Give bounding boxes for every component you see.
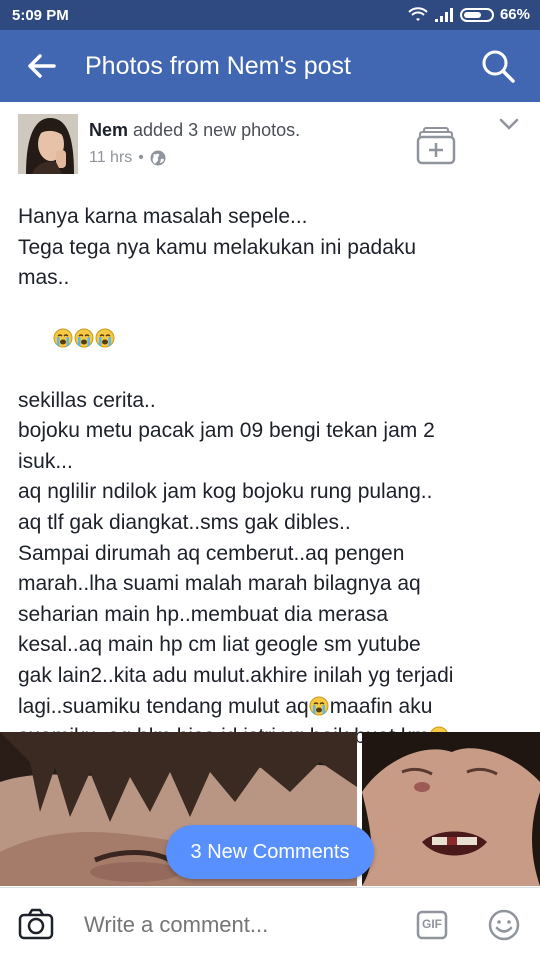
post-text-line: isuk... bbox=[18, 449, 73, 473]
post-timestamp[interactable]: 11 hrs bbox=[89, 149, 132, 167]
post-text-line: aq tlf gak diangkat..sms gak dibles.. bbox=[18, 510, 351, 534]
crying-face-icon bbox=[53, 328, 73, 348]
arrow-left-icon[interactable] bbox=[26, 52, 56, 80]
chevron-down-icon[interactable] bbox=[498, 116, 520, 132]
post-text: Hanya karna masalah sepele... Tega tega … bbox=[18, 202, 528, 783]
smiley-icon[interactable] bbox=[488, 909, 520, 941]
post-text-line: marah..lha suami malah marah bilagnya aq bbox=[18, 572, 421, 596]
gif-button[interactable]: GIF bbox=[416, 910, 448, 940]
post-text-line: Tega tega nya kamu melakukan ini padaku bbox=[18, 235, 417, 259]
post-action: added 3 new photos. bbox=[133, 120, 301, 140]
status-time: 5:09 PM bbox=[12, 7, 69, 24]
add-to-collection-icon[interactable] bbox=[416, 126, 456, 166]
meta-separator: • bbox=[138, 149, 144, 166]
globe-icon bbox=[150, 150, 166, 166]
author-name[interactable]: Nem bbox=[89, 120, 128, 140]
post-text-line: sekillas cerita.. bbox=[18, 388, 156, 412]
new-comments-button[interactable]: 3 New Comments bbox=[166, 825, 374, 879]
crying-face-icon bbox=[95, 328, 115, 348]
battery-percent: 66% bbox=[499, 6, 530, 23]
comment-composer: GIF bbox=[0, 887, 540, 961]
signal-icon bbox=[434, 7, 453, 22]
post-text-line: bojoku metu pacak jam 09 bengi tekan jam… bbox=[18, 419, 435, 443]
post-text-line: Hanya karna masalah sepele... bbox=[18, 205, 308, 228]
post-text-line: gak lain2..kita adu mulut.akhire inilah … bbox=[18, 663, 454, 687]
crying-face-icon bbox=[309, 696, 329, 715]
post-text-line: kesal..aq main hp cm liat geogle sm yutu… bbox=[18, 633, 421, 657]
post-text-line-with-emoji: lagi..suamiku tendang mulut aq maafin aku bbox=[18, 692, 528, 723]
post-meta: 11 hrs • bbox=[89, 149, 166, 167]
post-text-segment: maafin aku bbox=[329, 694, 433, 718]
battery-icon bbox=[459, 7, 494, 22]
wifi-icon bbox=[408, 6, 428, 21]
battery-fill bbox=[463, 11, 482, 18]
post-card: Nem added 3 new photos. 11 hrs • Hanya k… bbox=[0, 102, 540, 886]
emoji-line bbox=[18, 294, 528, 386]
gif-label: GIF bbox=[422, 917, 442, 931]
status-bar: 5:09 PM 66% bbox=[0, 0, 540, 30]
avatar[interactable] bbox=[18, 114, 78, 174]
crying-face-icon bbox=[74, 328, 94, 348]
post-text-line: Sampai dirumah aq cemberut..aq pengen bbox=[18, 541, 405, 565]
post-header: Nem added 3 new photos. bbox=[89, 120, 300, 141]
camera-icon[interactable] bbox=[18, 908, 54, 940]
post-text-line: mas.. bbox=[18, 266, 70, 290]
photo-2[interactable] bbox=[362, 732, 540, 886]
post-text-line: seharian main hp..membuat dia merasa bbox=[18, 602, 389, 626]
post-text-line: aq nglilir ndilok jam kog bojoku rung pu… bbox=[18, 480, 433, 504]
status-icons: 66% bbox=[408, 6, 530, 23]
search-icon[interactable] bbox=[480, 48, 516, 84]
comment-input[interactable] bbox=[84, 912, 384, 938]
page-title: Photos from Nem's post bbox=[85, 52, 351, 80]
post-text-segment: lagi..suamiku tendang mulut aq bbox=[18, 694, 309, 718]
app-bar: Photos from Nem's post bbox=[0, 30, 540, 102]
